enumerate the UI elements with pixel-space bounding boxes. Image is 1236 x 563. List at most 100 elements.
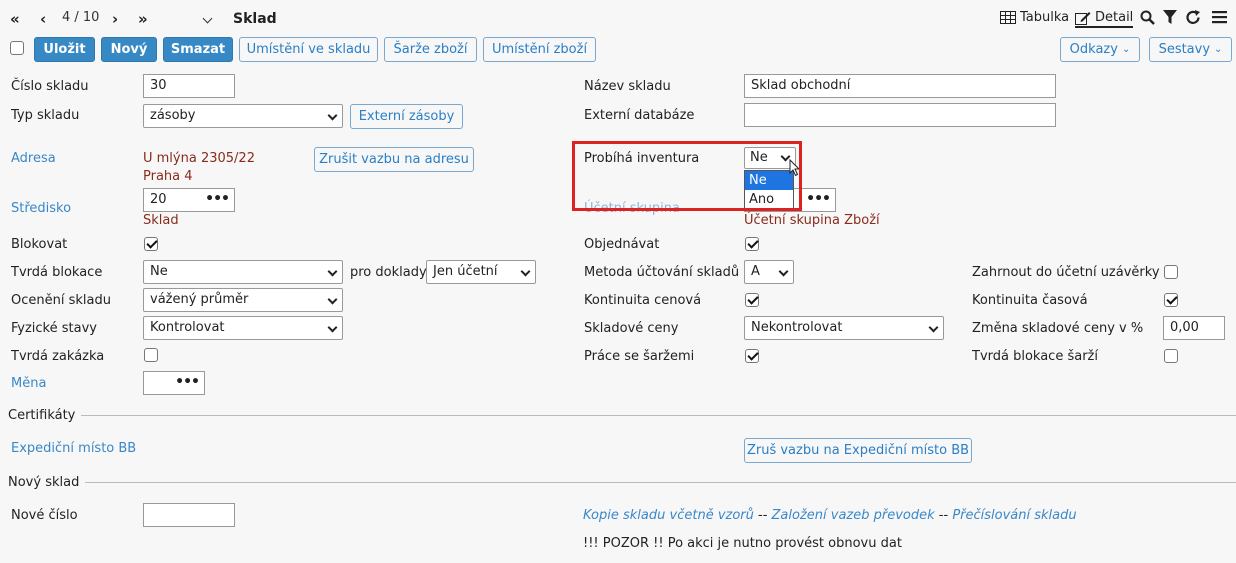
view-detail-label: Detail	[1095, 10, 1134, 25]
external-db-label: Externí databáze	[584, 108, 695, 123]
address-line2: Praha 4	[143, 169, 193, 184]
prev-record-icon[interactable]: ‹	[40, 9, 46, 29]
address-link[interactable]: Adresa	[11, 151, 56, 166]
address-line1: U mlýna 2305/22	[143, 151, 255, 166]
method-select[interactable]: A	[744, 260, 794, 284]
currency-input[interactable]: •••	[143, 371, 205, 395]
section-divider	[8, 415, 1236, 416]
delete-button[interactable]: Smazat	[163, 37, 233, 62]
currency-link[interactable]: Měna	[11, 376, 46, 391]
warehouse-number-label: Číslo skladu	[11, 79, 89, 94]
chevron-down-icon	[327, 266, 338, 277]
record-pager: 4 / 10	[62, 10, 100, 25]
stock-prices-label: Skladové ceny	[584, 321, 679, 336]
warehouse-number-input[interactable]: 30	[143, 74, 235, 98]
new-warehouse-section-title: Nový sklad	[8, 475, 86, 490]
batches-button[interactable]: Šarže zboží	[384, 37, 477, 62]
new-button[interactable]: Nový	[101, 37, 157, 62]
hard-order-label: Tvrdá zakázka	[11, 349, 105, 364]
time-continuity-checkbox[interactable]	[1164, 293, 1178, 307]
chevron-down-icon	[928, 322, 939, 333]
view-table-link[interactable]: Tabulka	[1000, 10, 1069, 25]
page-title: Sklad	[233, 11, 277, 27]
chevron-down-icon: ⌄	[1214, 44, 1223, 55]
menu-icon[interactable]	[1212, 10, 1227, 24]
stock-prices-select[interactable]: Nekontrolovat	[744, 316, 944, 340]
unlink-shipping-button[interactable]: Zruš vazbu na Expediční místo BB	[744, 438, 972, 463]
unlink-address-button[interactable]: Zrušit vazbu na adresu	[314, 147, 474, 172]
placement-button[interactable]: Umístění ve skladu	[239, 37, 378, 62]
edit-icon	[1075, 11, 1091, 25]
chevron-down-icon: ⌄	[1121, 44, 1131, 55]
stock-prices-value: Nekontrolovat	[751, 320, 843, 335]
center-link[interactable]: Středisko	[11, 201, 71, 216]
certificates-section-title: Certifikáty	[8, 408, 82, 423]
physical-select[interactable]: Kontrolovat	[143, 316, 343, 340]
new-number-input[interactable]	[143, 503, 235, 527]
external-db-input[interactable]	[744, 103, 1056, 127]
first-record-icon[interactable]: «	[10, 9, 20, 29]
new-warehouse-actions: Kopie skladu včetně vzorů -- Založení va…	[583, 508, 1077, 523]
chevron-down-icon	[327, 110, 338, 121]
price-change-input[interactable]: 0,00	[1163, 316, 1225, 340]
chevron-down-icon	[327, 294, 338, 305]
price-continuity-checkbox[interactable]	[745, 293, 759, 307]
name-input[interactable]: Sklad obchodní	[744, 74, 1056, 98]
hard-batch-block-checkbox[interactable]	[1164, 349, 1178, 363]
include-closing-label: Zahrnout do účetní uzávěrky	[972, 265, 1160, 280]
create-links-link[interactable]: Založení vazeb převodek	[772, 508, 935, 523]
chevron-down-icon	[778, 266, 789, 277]
reports-label: Sestavy	[1158, 42, 1211, 57]
copy-warehouse-link[interactable]: Kopie skladu včetně vzorů	[583, 508, 754, 523]
search-icon[interactable]	[1140, 10, 1155, 25]
physical-value: Kontrolovat	[150, 320, 225, 335]
name-label: Název skladu	[584, 79, 671, 94]
filter-icon[interactable]	[1163, 10, 1177, 25]
table-icon	[1000, 11, 1016, 24]
links-dropdown-button[interactable]: Odkazy ⌄	[1060, 37, 1140, 62]
accounting-group-name: Účetní skupina Zboží	[744, 213, 880, 228]
block-checkbox[interactable]	[144, 237, 158, 251]
chevron-down-icon[interactable]	[202, 13, 213, 24]
valuation-select[interactable]: vážený průměr	[143, 288, 343, 312]
warning-text: !!! POZOR !! Po akci je nutno provést ob…	[583, 536, 902, 551]
reports-dropdown-button[interactable]: Sestavy ⌄	[1149, 37, 1232, 62]
select-record-checkbox[interactable]	[10, 41, 24, 55]
goods-placement-button[interactable]: Umístění zboží	[483, 37, 596, 62]
more-icon[interactable]: •••	[806, 190, 831, 208]
hard-order-checkbox[interactable]	[144, 348, 158, 362]
price-change-label: Změna skladové ceny v %	[972, 321, 1144, 336]
hard-block-select[interactable]: Ne	[143, 260, 343, 284]
new-number-label: Nové číslo	[11, 508, 78, 523]
shipping-point-link[interactable]: Expediční místo BB	[11, 441, 136, 456]
center-input[interactable]: 20 •••	[143, 188, 235, 212]
next-record-icon[interactable]: ›	[112, 9, 118, 29]
refresh-icon[interactable]	[1186, 10, 1201, 25]
block-label: Blokovat	[11, 237, 68, 252]
more-icon[interactable]: •••	[205, 190, 230, 208]
links-label: Odkazy	[1069, 42, 1118, 57]
section-divider	[8, 482, 1236, 483]
for-docs-select[interactable]: Jen účetní	[426, 260, 536, 284]
last-record-icon[interactable]: »	[138, 9, 148, 29]
for-docs-value: Jen účetní	[433, 264, 498, 279]
batches-checkbox[interactable]	[745, 349, 759, 363]
renumber-warehouse-link[interactable]: Přečíslování skladu	[952, 508, 1076, 523]
order-checkbox[interactable]	[745, 237, 759, 251]
chevron-down-icon	[520, 266, 531, 277]
save-button[interactable]: Uložit	[34, 37, 95, 62]
hard-block-value: Ne	[150, 264, 168, 279]
warehouse-type-select[interactable]: zásoby	[143, 104, 343, 128]
price-continuity-label: Kontinuita cenová	[584, 293, 702, 308]
view-table-label: Tabulka	[1020, 10, 1070, 25]
highlight-annotation	[572, 141, 802, 211]
external-stock-button[interactable]: Externí zásoby	[350, 104, 463, 129]
method-value: A	[751, 264, 760, 279]
top-toolbar: « ‹ 4 / 10 › » Sklad Tabulka Detail	[0, 0, 1236, 36]
include-closing-checkbox[interactable]	[1164, 265, 1178, 279]
more-icon[interactable]: •••	[175, 373, 200, 391]
separator: --	[934, 508, 953, 523]
view-detail-link[interactable]: Detail	[1075, 10, 1134, 28]
physical-label: Fyzické stavy	[11, 321, 97, 336]
chevron-down-icon	[327, 322, 338, 333]
